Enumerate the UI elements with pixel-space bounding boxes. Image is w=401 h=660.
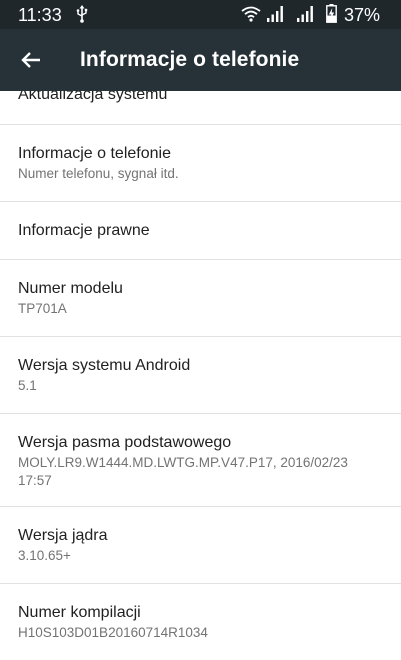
- item-title: Informacje prawne: [18, 222, 150, 239]
- list-item-phone-info[interactable]: Informacje o telefonie Numer telefonu, s…: [0, 125, 401, 202]
- list-item-android-version[interactable]: Wersja systemu Android 5.1: [0, 337, 401, 414]
- item-title: Wersja systemu Android: [18, 357, 191, 374]
- signal-icon: [297, 6, 313, 22]
- item-title: Informacje o telefonie: [18, 145, 171, 162]
- item-subtitle: 5.1: [18, 378, 37, 393]
- list-item-legal-info[interactable]: Informacje prawne: [0, 202, 401, 260]
- status-time: 11:33: [18, 5, 62, 25]
- item-subtitle: TP701A: [18, 301, 67, 316]
- list-item-baseband-version: Wersja pasma podstawowego MOLY.LR9.W1444…: [0, 414, 401, 507]
- item-title: Wersja jądra: [18, 527, 108, 544]
- battery-charging-icon: [326, 4, 337, 23]
- list-item-build-number[interactable]: Numer kompilacji H10S103D01B20160714R103…: [0, 584, 401, 660]
- list-item-kernel-version: Wersja jądra 3.10.65+: [0, 507, 401, 584]
- item-title: Wersja pasma podstawowego: [18, 434, 232, 451]
- battery-percentage: 37%: [344, 5, 381, 25]
- wifi-icon: [241, 6, 261, 22]
- settings-list[interactable]: Aktualizacja systemu Informacje o telefo…: [0, 91, 401, 660]
- back-arrow-icon[interactable]: [14, 43, 48, 77]
- item-subtitle: 3.10.65+: [18, 548, 71, 563]
- list-item-system-update[interactable]: Aktualizacja systemu: [0, 91, 401, 125]
- item-subtitle: MOLY.LR9.W1444.MD.LWTG.MP.V47.P17, 2016/…: [18, 455, 348, 488]
- item-subtitle: Numer telefonu, sygnał itd.: [18, 166, 179, 181]
- item-subtitle: H10S103D01B20160714R1034: [18, 625, 208, 640]
- status-bar: 11:33 37%: [0, 0, 401, 29]
- item-title: Numer modelu: [18, 280, 123, 297]
- page-title: Informacje o telefonie: [80, 48, 300, 71]
- signal-icon: [267, 6, 283, 22]
- item-title: Aktualizacja systemu: [18, 91, 168, 103]
- usb-icon: [76, 5, 88, 23]
- app-bar: Informacje o telefonie: [0, 29, 401, 91]
- list-item-model-number: Numer modelu TP701A: [0, 260, 401, 337]
- item-title: Numer kompilacji: [18, 604, 141, 621]
